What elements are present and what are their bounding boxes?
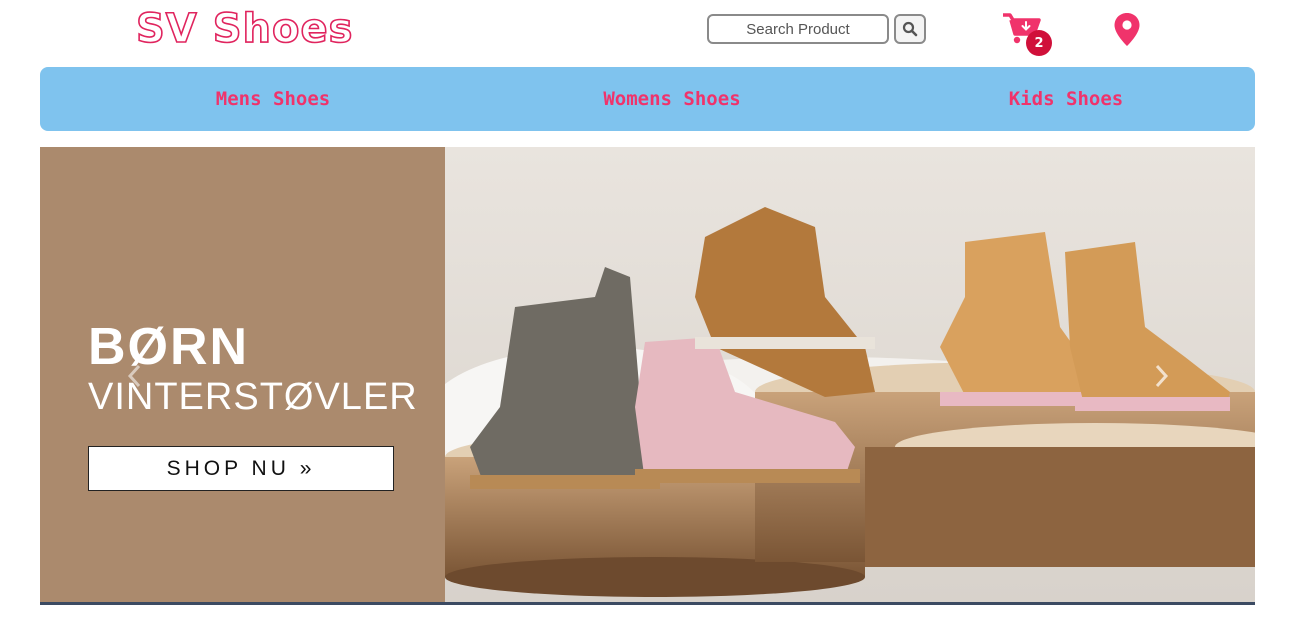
hero-text-panel: BØRN VINTERSTØVLER SHOP NU » bbox=[40, 147, 445, 603]
shop-now-button[interactable]: SHOP NU » bbox=[88, 446, 394, 491]
map-pin-icon bbox=[1114, 12, 1140, 46]
carousel-next-button[interactable] bbox=[1148, 359, 1176, 393]
chevron-left-icon bbox=[127, 364, 141, 388]
nav-item-mens-shoes[interactable]: Mens Shoes bbox=[216, 67, 330, 131]
cart-button[interactable]: 2 bbox=[1002, 12, 1052, 56]
location-button[interactable] bbox=[1113, 12, 1141, 48]
site-logo[interactable]: SV Shoes bbox=[135, 4, 353, 54]
cart-count-badge: 2 bbox=[1026, 30, 1052, 56]
hero-boots-image bbox=[445, 147, 1255, 603]
hero-divider bbox=[40, 602, 1255, 605]
carousel-prev-button[interactable] bbox=[120, 359, 148, 393]
hero-carousel: BØRN VINTERSTØVLER SHOP NU » bbox=[40, 147, 1255, 603]
nav-item-kids-shoes[interactable]: Kids Shoes bbox=[1009, 67, 1123, 131]
nav-item-womens-shoes[interactable]: Womens Shoes bbox=[603, 67, 740, 131]
category-nav: Mens Shoes Womens Shoes Kids Shoes bbox=[40, 67, 1255, 131]
hero-title: BØRN bbox=[88, 318, 250, 376]
search-icon bbox=[902, 21, 918, 37]
search-button[interactable] bbox=[894, 14, 926, 44]
search-input[interactable] bbox=[707, 14, 889, 44]
chevron-right-icon bbox=[1155, 364, 1169, 388]
